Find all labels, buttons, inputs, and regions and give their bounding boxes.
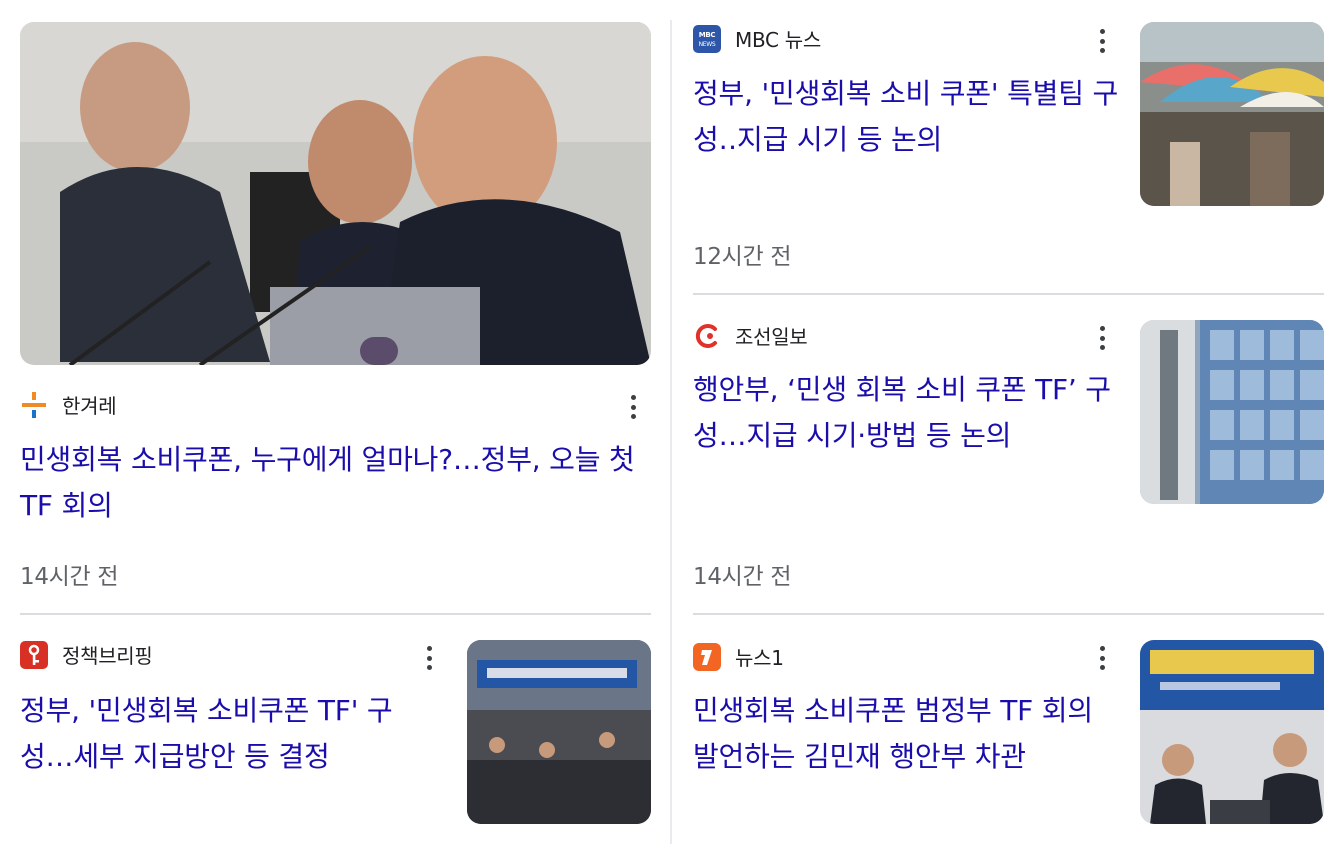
- hankyoreh-logo-icon: [20, 391, 48, 419]
- card-divider: [20, 613, 651, 615]
- more-options-icon[interactable]: [1090, 323, 1114, 353]
- article-headline[interactable]: 정부, '민생회복 소비쿠폰 TF' 구성…세부 지급방안 등 결정: [20, 688, 430, 780]
- tf-meeting-photo[interactable]: [467, 640, 651, 824]
- article-card-news1[interactable]: 뉴스1 민생회복 소비쿠폰 범정부 TF 회의 발언하는 김민재 행안부 차관: [672, 616, 1332, 844]
- chosun-logo-icon: [693, 322, 721, 350]
- more-options-icon[interactable]: [621, 392, 645, 422]
- article-timestamp: 12시간 전: [693, 244, 792, 270]
- news1-logo-icon: [693, 642, 721, 671]
- article-card-policy-briefing[interactable]: 정책브리핑 정부, '민생회복 소비쿠폰 TF' 구성…세부 지급방안 등 결정: [0, 616, 670, 844]
- article-headline[interactable]: 행안부, ‘민생 회복 소비 쿠폰 TF’ 구성…지급 시기·방법 등 논의: [693, 367, 1123, 459]
- article-headline[interactable]: 민생회복 소비쿠폰, 누구에게 얼마나?…정부, 오늘 첫 TF 회의: [20, 437, 660, 529]
- svg-text:NEWS: NEWS: [699, 41, 716, 48]
- card-divider: [693, 293, 1324, 295]
- korea-policy-logo-icon: [20, 640, 48, 669]
- article-headline[interactable]: 정부, '민생회복 소비 쿠폰' 특별팀 구성‥지급 시기 등 논의: [693, 71, 1123, 163]
- more-options-icon[interactable]: [1090, 26, 1114, 56]
- source-name: 정책브리핑: [62, 644, 153, 668]
- article-timestamp: 14시간 전: [693, 564, 792, 590]
- more-options-icon[interactable]: [417, 643, 441, 673]
- svg-text:MBC: MBC: [699, 31, 716, 39]
- card-divider: [693, 613, 1324, 615]
- vice-minister-speech-photo[interactable]: [1140, 640, 1324, 824]
- article-card-mbc[interactable]: MBC NEWS MBC 뉴스 정부, '민생회복 소비 쿠폰' 특별팀 구성‥…: [672, 0, 1332, 292]
- market-umbrellas-photo[interactable]: [1140, 22, 1324, 206]
- government-building-photo[interactable]: [1140, 320, 1324, 504]
- officials-meeting-photo[interactable]: [20, 22, 651, 365]
- source-name: 조선일보: [735, 325, 808, 349]
- more-options-icon[interactable]: [1090, 643, 1114, 673]
- article-headline[interactable]: 민생회복 소비쿠폰 범정부 TF 회의 발언하는 김민재 행안부 차관: [693, 688, 1113, 780]
- source-name: 한겨레: [62, 394, 117, 418]
- source-name: 뉴스1: [735, 646, 784, 670]
- source-name: MBC 뉴스: [735, 28, 821, 52]
- article-timestamp: 14시간 전: [20, 564, 119, 590]
- article-card-hankyoreh[interactable]: 한겨레 민생회복 소비쿠폰, 누구에게 얼마나?…정부, 오늘 첫 TF 회의 …: [0, 0, 670, 620]
- mbc-news-logo-icon: MBC NEWS: [693, 24, 721, 53]
- article-card-chosun[interactable]: 조선일보 행안부, ‘민생 회복 소비 쿠폰 TF’ 구성…지급 시기·방법 등…: [672, 296, 1332, 614]
